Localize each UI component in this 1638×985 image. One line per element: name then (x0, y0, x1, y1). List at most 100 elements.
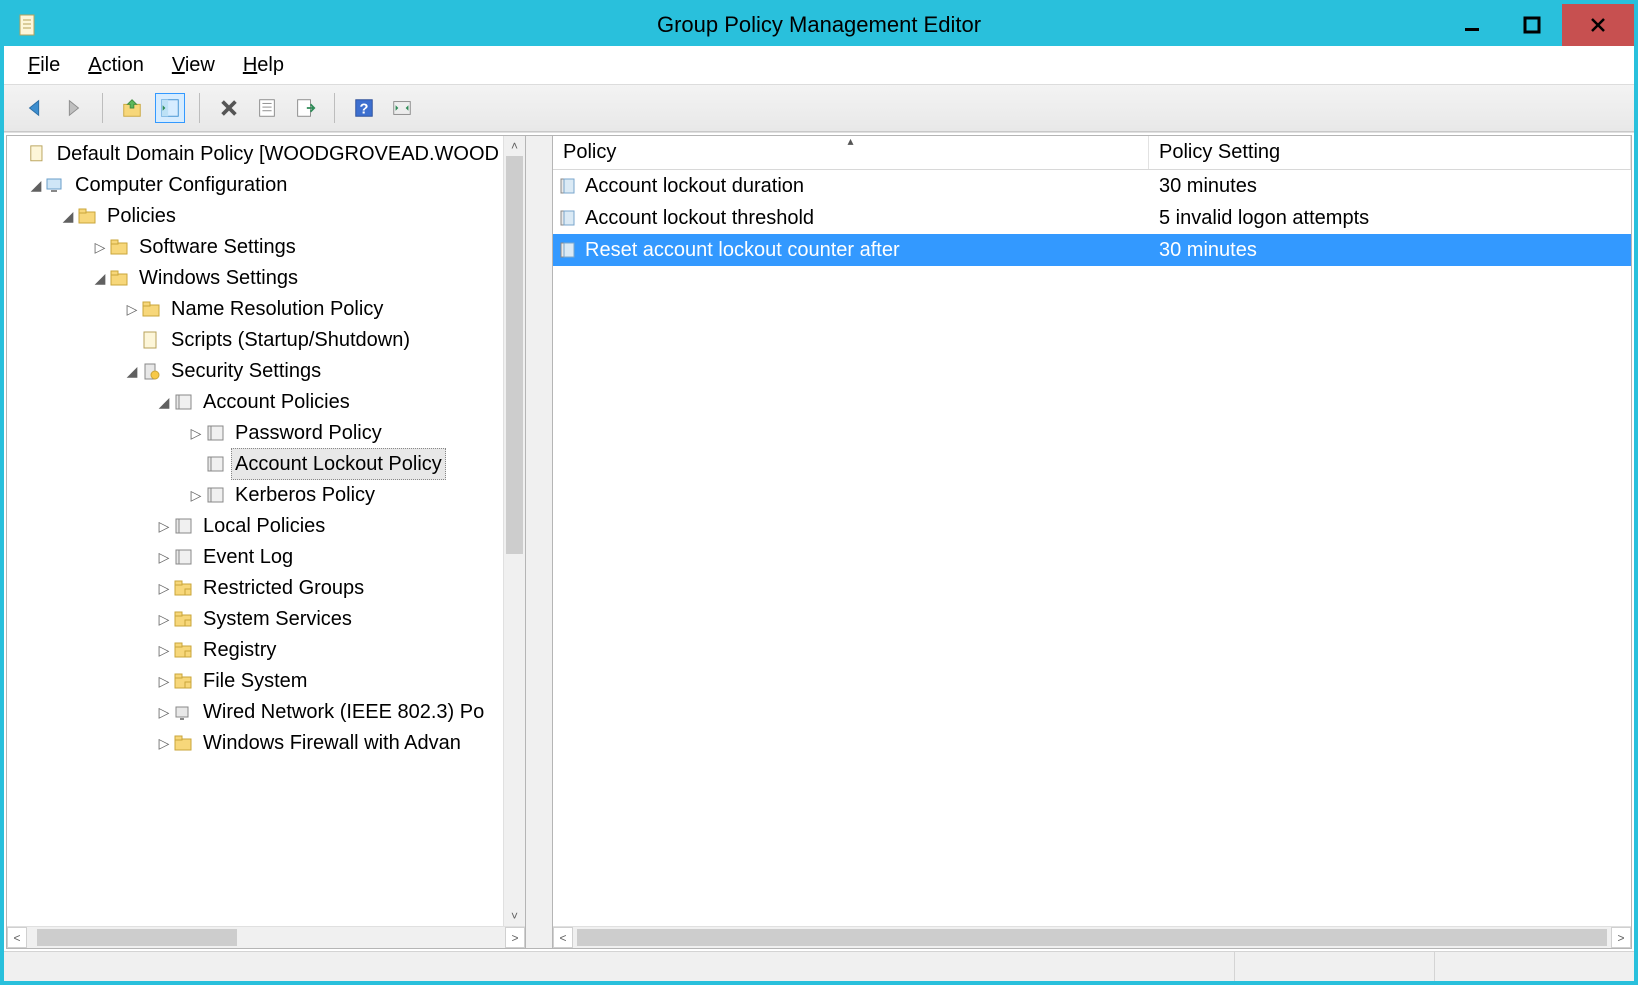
policy-icon (173, 516, 193, 536)
cell-policy-label: Account lockout threshold (585, 207, 814, 230)
tree-node-system-services[interactable]: ▷System Services (7, 603, 503, 634)
list-hscrollbar[interactable]: < > (553, 926, 1631, 948)
cell-setting: 30 minutes (1149, 239, 1631, 262)
folder-icon (109, 268, 129, 288)
folder-icon (141, 299, 161, 319)
cell-policy: Reset account lockout counter after (553, 239, 1149, 262)
policy-icon (205, 454, 225, 474)
policy-item-icon (559, 240, 579, 260)
tree-node-root[interactable]: Default Domain Policy [WOODGROVEAD.WOOD (7, 138, 503, 169)
properties-button[interactable] (252, 93, 282, 123)
column-header-setting[interactable]: Policy Setting (1149, 136, 1631, 169)
tree-pane: Default Domain Policy [WOODGROVEAD.WOOD … (6, 135, 526, 949)
folder-icon (109, 237, 129, 257)
policy-icon (205, 423, 225, 443)
tree-node-kerberos-policy[interactable]: ▷Kerberos Policy (7, 479, 503, 510)
policy-icon (205, 485, 225, 505)
folder-icon (77, 206, 97, 226)
tree-node-name-resolution[interactable]: ▷Name Resolution Policy (7, 293, 503, 324)
scroll-left-icon[interactable]: < (7, 927, 27, 948)
list-row[interactable]: Reset account lockout counter after 30 mi… (553, 234, 1631, 266)
app-icon (18, 13, 38, 37)
scroll-left-icon[interactable]: < (553, 927, 573, 948)
back-button[interactable] (20, 93, 50, 123)
cell-policy-label: Account lockout duration (585, 175, 804, 198)
policy-icon (173, 392, 193, 412)
tree-hscrollbar[interactable]: < > (7, 926, 525, 948)
tree-node-wired-network[interactable]: ▷Wired Network (IEEE 802.3) Po (7, 696, 503, 727)
folder-lock-icon (173, 671, 193, 691)
tree-node-account-lockout-policy[interactable]: Account Lockout Policy (7, 448, 503, 479)
status-segment (1434, 952, 1634, 981)
menu-action[interactable]: Action (88, 54, 144, 77)
policy-icon (173, 547, 193, 567)
tree-node-windows-firewall[interactable]: ▷Windows Firewall with Advan (7, 727, 503, 758)
tree-node-file-system[interactable]: ▷File System (7, 665, 503, 696)
folder-lock-icon (173, 578, 193, 598)
menu-view[interactable]: View (172, 54, 215, 77)
scroll-thumb[interactable] (37, 929, 237, 946)
computer-icon (45, 175, 65, 195)
policy-item-icon (559, 176, 579, 196)
tree-node-password-policy[interactable]: ▷Password Policy (7, 417, 503, 448)
cell-setting: 5 invalid logon attempts (1149, 207, 1631, 230)
tree-vscrollbar[interactable]: ˄ ˅ (503, 136, 525, 926)
forward-button[interactable] (58, 93, 88, 123)
menubar: File Action View Help (4, 46, 1634, 84)
scroll-up-icon[interactable]: ˄ (504, 136, 525, 156)
script-icon (141, 330, 161, 350)
folder-lock-icon (173, 640, 193, 660)
tree-node-restricted-groups[interactable]: ▷Restricted Groups (7, 572, 503, 603)
cell-policy: Account lockout threshold (553, 207, 1149, 230)
close-button[interactable] (1562, 4, 1634, 46)
policy-item-icon (559, 208, 579, 228)
tree-node-software-settings[interactable]: ▷Software Settings (7, 231, 503, 262)
maximize-button[interactable] (1502, 4, 1562, 46)
client-area: Default Domain Policy [WOODGROVEAD.WOOD … (4, 132, 1634, 951)
list-pane: Policy Policy Setting Account lockout du… (552, 135, 1632, 949)
window-controls (1442, 4, 1634, 46)
list-header: Policy Policy Setting (553, 136, 1631, 170)
cell-policy-label: Reset account lockout counter after (585, 239, 900, 262)
tree-node-policies[interactable]: ◢Policies (7, 200, 503, 231)
network-icon (173, 702, 193, 722)
scroll-down-icon[interactable]: ˅ (504, 906, 525, 926)
splitter[interactable] (526, 135, 552, 949)
status-segment (1234, 952, 1434, 981)
tree[interactable]: Default Domain Policy [WOODGROVEAD.WOOD … (7, 136, 503, 926)
filter-button[interactable] (387, 93, 417, 123)
tree-node-event-log[interactable]: ▷Event Log (7, 541, 503, 572)
scroll-right-icon[interactable]: > (1611, 927, 1631, 948)
export-button[interactable] (290, 93, 320, 123)
window-title: Group Policy Management Editor (657, 12, 981, 38)
tree-node-computer-config[interactable]: ◢Computer Configuration (7, 169, 503, 200)
tree-node-scripts[interactable]: Scripts (Startup/Shutdown) (7, 324, 503, 355)
tree-node-registry[interactable]: ▷Registry (7, 634, 503, 665)
titlebar[interactable]: Group Policy Management Editor (4, 4, 1634, 46)
svg-text:?: ? (360, 102, 369, 118)
cell-policy: Account lockout duration (553, 175, 1149, 198)
tree-node-account-policies[interactable]: ◢Account Policies (7, 386, 503, 417)
delete-button[interactable] (214, 93, 244, 123)
minimize-button[interactable] (1442, 4, 1502, 46)
folder-lock-icon (173, 609, 193, 629)
scroll-thumb[interactable] (577, 929, 1607, 946)
help-button[interactable]: ? (349, 93, 379, 123)
app-window: Group Policy Management Editor File Acti… (0, 0, 1638, 985)
list-row[interactable]: Account lockout threshold 5 invalid logon… (553, 202, 1631, 234)
scroll-thumb[interactable] (506, 156, 523, 554)
scroll-right-icon[interactable]: > (505, 927, 525, 948)
show-hide-tree-button[interactable] (155, 93, 185, 123)
tree-node-local-policies[interactable]: ▷Local Policies (7, 510, 503, 541)
tree-node-windows-settings[interactable]: ◢Windows Settings (7, 262, 503, 293)
list-body[interactable]: Account lockout duration30 minutesAccoun… (553, 170, 1631, 926)
menu-file[interactable]: File (28, 54, 60, 77)
security-icon (141, 361, 161, 381)
list-row[interactable]: Account lockout duration 30 minutes (553, 170, 1631, 202)
scroll-icon (28, 144, 47, 164)
cell-setting: 30 minutes (1149, 175, 1631, 198)
up-button[interactable] (117, 93, 147, 123)
tree-node-security-settings[interactable]: ◢Security Settings (7, 355, 503, 386)
column-header-policy[interactable]: Policy (553, 136, 1149, 169)
menu-help[interactable]: Help (243, 54, 284, 77)
